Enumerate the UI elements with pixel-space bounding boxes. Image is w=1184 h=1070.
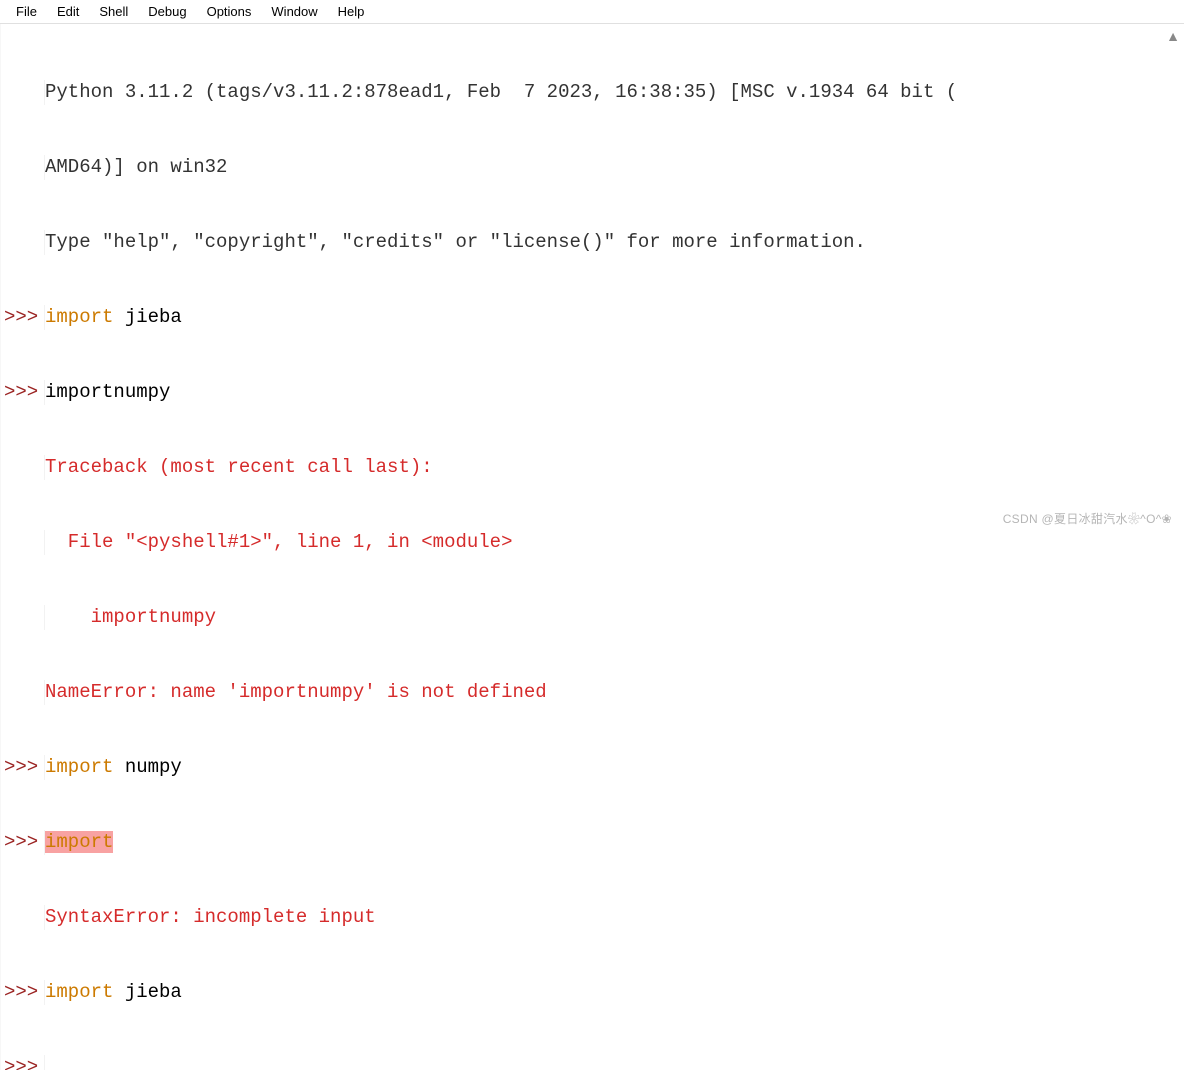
traceback-line: File "<pyshell#1>", line 1, in <module> — [45, 530, 512, 555]
syntax-error-line: SyntaxError: incomplete input — [45, 905, 376, 930]
module-name: numpy — [113, 756, 181, 778]
input-line: importnumpy — [45, 380, 170, 405]
shell-prompt: >>> — [1, 380, 45, 405]
banner-line: AMD64)] on win32 — [45, 155, 227, 180]
traceback-line: NameError: name 'importnumpy' is not def… — [45, 680, 547, 705]
shell-prompt: >>> — [1, 980, 45, 1005]
menubar: File Edit Shell Debug Options Window Hel… — [0, 0, 1184, 24]
traceback-line: importnumpy — [45, 605, 216, 630]
module-name: jieba — [113, 981, 181, 1003]
banner-line: Python 3.11.2 (tags/v3.11.2:878ead1, Feb… — [45, 80, 957, 105]
menu-window[interactable]: Window — [261, 2, 327, 21]
keyword-import-error: import — [45, 831, 113, 853]
watermark: CSDN @夏日冰甜汽水❀^O^❀ — [1003, 510, 1172, 527]
menu-help[interactable]: Help — [328, 2, 375, 21]
shell-prompt: >>> — [1, 830, 45, 855]
shell-prompt: >>> — [1, 305, 45, 330]
module-name: jieba — [113, 306, 181, 328]
keyword-import: import — [45, 981, 113, 1003]
menu-shell[interactable]: Shell — [89, 2, 138, 21]
menu-file[interactable]: File — [6, 2, 47, 21]
keyword-import: import — [45, 756, 113, 778]
menu-edit[interactable]: Edit — [47, 2, 89, 21]
menu-debug[interactable]: Debug — [138, 2, 196, 21]
traceback-line: Traceback (most recent call last): — [45, 455, 433, 480]
keyword-import: import — [45, 306, 113, 328]
banner-line: Type "help", "copyright", "credits" or "… — [45, 230, 866, 255]
shell-prompt: >>> — [1, 1055, 45, 1070]
shell-prompt: >>> — [1, 755, 45, 780]
menu-options[interactable]: Options — [197, 2, 262, 21]
shell-output[interactable]: Python 3.11.2 (tags/v3.11.2:878ead1, Feb… — [0, 24, 1184, 1070]
